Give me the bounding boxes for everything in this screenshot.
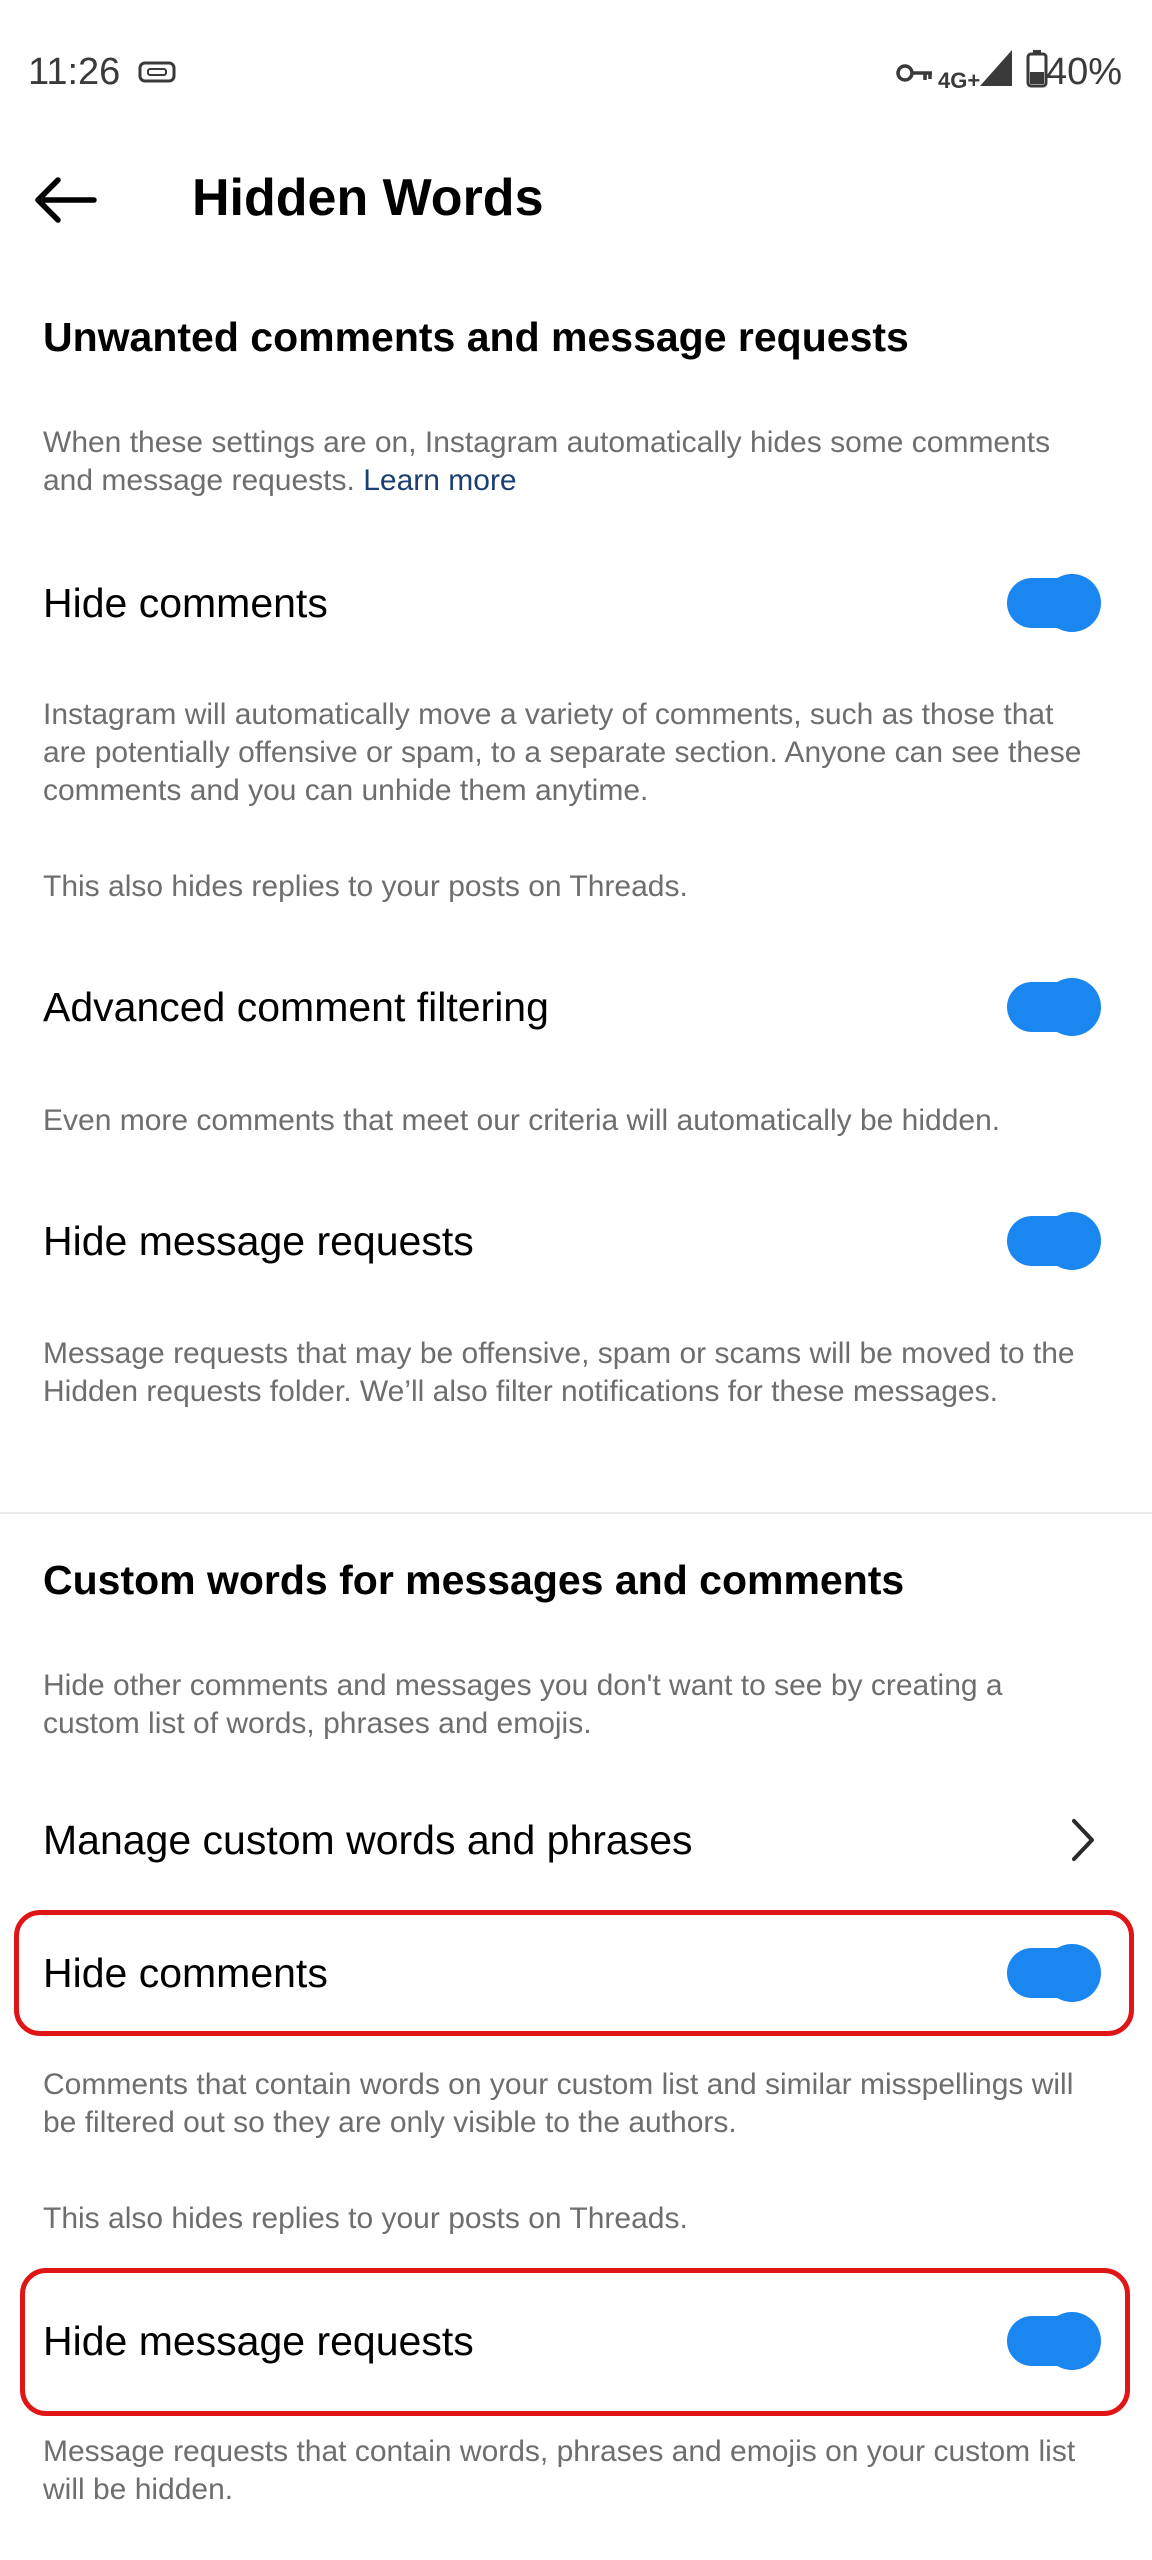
vpn-icon — [138, 60, 178, 84]
custom-hide-message-requests-description: Message requests that contain words, phr… — [43, 2435, 1076, 2506]
section-description-custom: Hide other comments and messages you don… — [43, 1669, 1003, 1740]
section-divider — [0, 1512, 1152, 1514]
toggle-knob — [1043, 1944, 1101, 2002]
threads-note: This also hides replies to your posts on… — [43, 870, 688, 903]
section-title-unwanted: Unwanted comments and message requests — [43, 314, 909, 360]
chevron-right-icon — [1064, 1815, 1104, 1865]
manage-custom-words-label: Manage custom words and phrases — [43, 1817, 693, 1863]
toggle-knob — [1043, 574, 1101, 632]
signal-icon — [978, 48, 1014, 88]
battery-icon — [1026, 50, 1048, 88]
custom-hide-comments-label: Hide comments — [43, 1950, 328, 1996]
back-arrow-icon — [35, 177, 97, 223]
hide-comments-toggle[interactable] — [1007, 574, 1101, 632]
advanced-filtering-label: Advanced comment filtering — [43, 984, 549, 1030]
hide-message-requests-toggle[interactable] — [1007, 1212, 1101, 1270]
key-icon — [895, 58, 935, 88]
learn-more-link[interactable]: Learn more — [363, 464, 516, 497]
advanced-filtering-description: Even more comments that meet our criteri… — [43, 1104, 1001, 1137]
network-type: 4G+ — [938, 68, 981, 93]
section-title-custom: Custom words for messages and comments — [43, 1557, 905, 1603]
page-title: Hidden Words — [192, 169, 544, 227]
hide-comments-description: Instagram will automatically move a vari… — [43, 698, 1082, 807]
hide-message-requests-label: Hide message requests — [43, 1218, 474, 1264]
advanced-filtering-toggle[interactable] — [1007, 978, 1101, 1036]
custom-hide-comments-toggle[interactable] — [1007, 1944, 1101, 2002]
toggle-knob — [1043, 2312, 1101, 2370]
battery-percent: 40% — [1045, 51, 1122, 93]
hide-message-requests-description: Message requests that may be offensive, … — [43, 1337, 1075, 1408]
back-button[interactable] — [30, 160, 120, 240]
toggle-knob — [1043, 978, 1101, 1036]
section-description-unwanted: When these settings are on, Instagram au… — [43, 424, 1083, 500]
toggle-knob — [1043, 1212, 1101, 1270]
hide-comments-label: Hide comments — [43, 580, 328, 626]
custom-hide-message-requests-toggle[interactable] — [1007, 2312, 1101, 2370]
status-time: 11:26 — [28, 51, 121, 93]
custom-threads-note: This also hides replies to your posts on… — [43, 2202, 688, 2235]
custom-hide-comments-description: Comments that contain words on your cust… — [43, 2068, 1074, 2139]
section-description-text: When these settings are on, Instagram au… — [43, 426, 1051, 497]
custom-hide-message-requests-label: Hide message requests — [43, 2318, 474, 2364]
